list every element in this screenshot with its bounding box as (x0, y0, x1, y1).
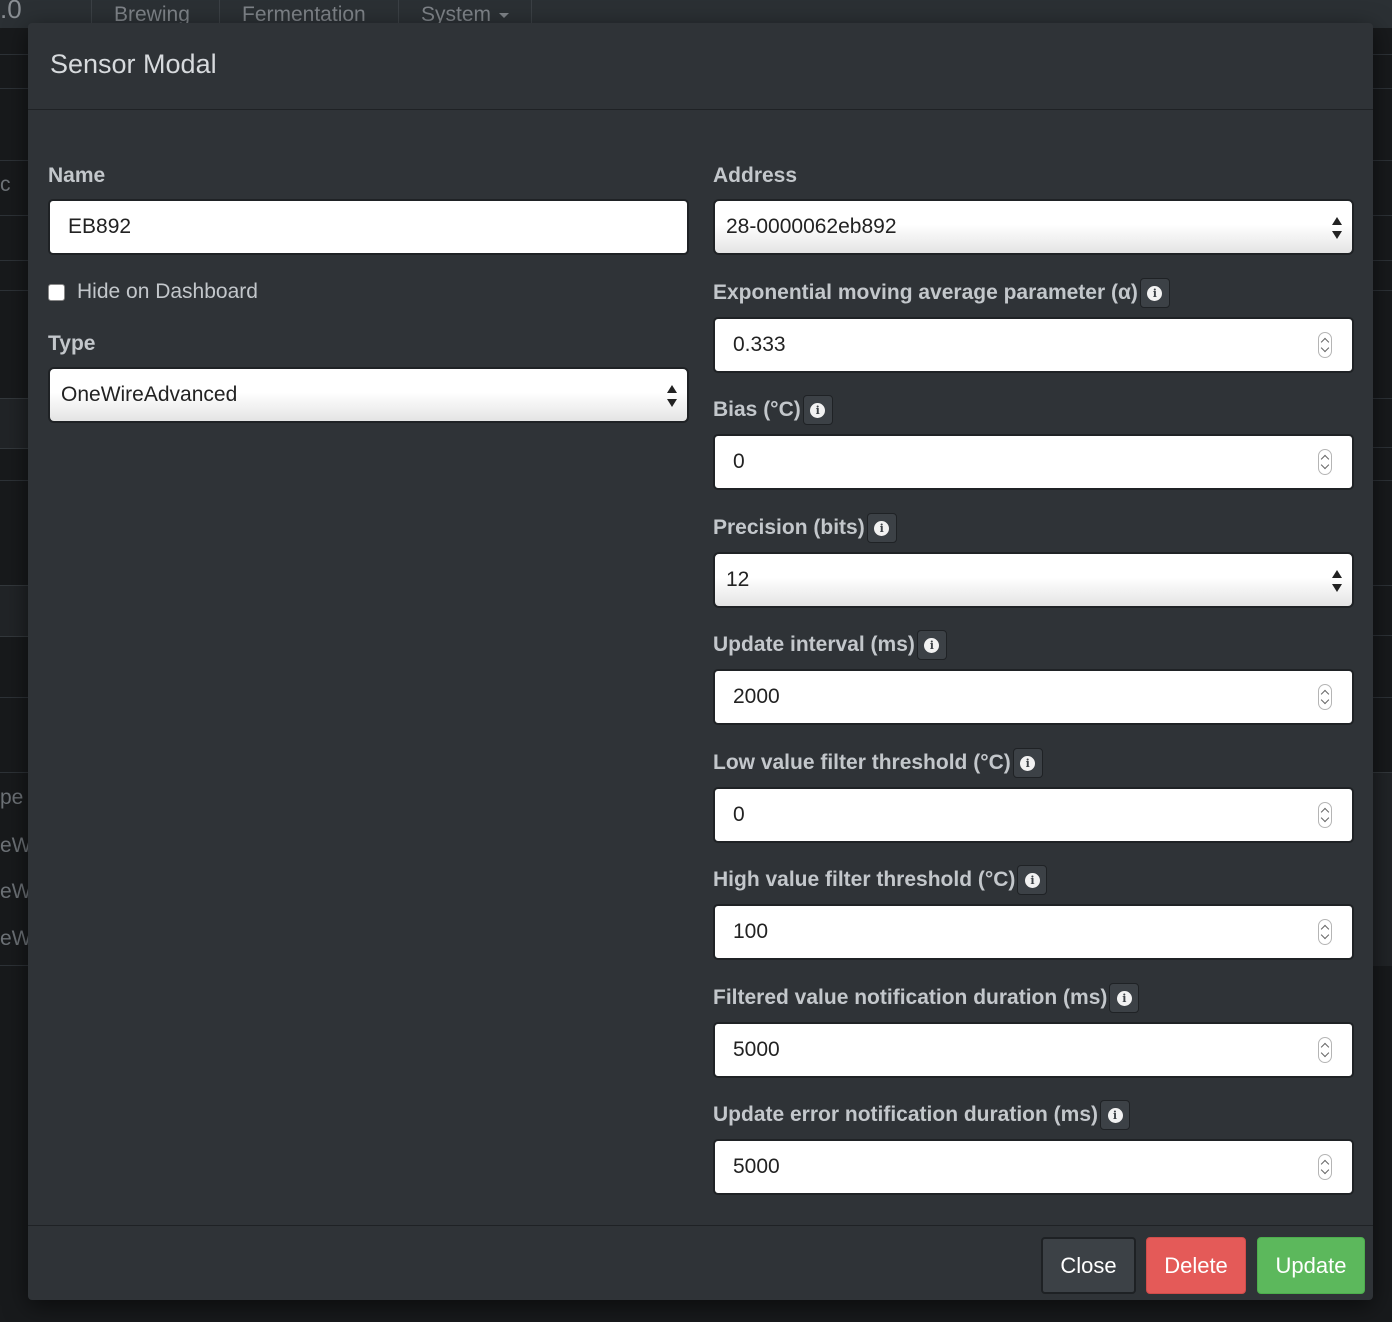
modal-body: Name EB892 Hide on Dashboard Type OneWir… (28, 110, 1373, 1226)
info-circle-icon: i (1147, 285, 1163, 301)
hide-on-dashboard-checkbox[interactable] (48, 283, 65, 301)
close-button[interactable]: Close (1041, 1237, 1136, 1294)
info-button[interactable]: i (1017, 865, 1048, 895)
select-arrows-icon (667, 385, 677, 407)
precision-select-value: 12 (726, 568, 750, 591)
high-filter-label: High value filter threshold (°C) i (713, 865, 1048, 895)
bg-panel (0, 585, 28, 637)
bias-label: Bias (°C) i (713, 395, 833, 425)
type-label: Type (48, 332, 96, 355)
update-interval-label: Update interval (ms) i (713, 630, 947, 660)
number-spinner-icon[interactable] (1318, 919, 1332, 945)
delete-button[interactable]: Delete (1146, 1237, 1246, 1294)
address-select[interactable]: 28-0000062eb892 (713, 199, 1354, 255)
error-notification-value: 5000 (733, 1155, 780, 1178)
bg-text-fragment: eW (0, 880, 32, 903)
info-button[interactable]: i (802, 395, 833, 425)
type-select[interactable]: OneWireAdvanced (48, 367, 689, 423)
low-filter-input[interactable]: 0 (713, 787, 1354, 843)
name-label: Name (48, 164, 106, 187)
bias-input[interactable]: 0 (713, 434, 1354, 490)
ema-parameter-value: 0.333 (733, 333, 786, 356)
filtered-notification-input[interactable]: 5000 (713, 1022, 1354, 1078)
high-filter-input[interactable]: 100 (713, 904, 1354, 960)
info-circle-icon: i (924, 637, 940, 653)
modal-footer: Close Delete Update (28, 1225, 1373, 1300)
info-circle-icon: i (874, 520, 890, 536)
low-filter-value: 0 (733, 803, 745, 826)
bg-text-fragment: pe (0, 786, 24, 809)
number-spinner-icon[interactable] (1318, 1037, 1332, 1063)
modal-header: Sensor Modal (28, 23, 1373, 110)
info-button[interactable]: i (1109, 983, 1140, 1013)
number-spinner-icon[interactable] (1318, 802, 1332, 828)
error-notification-input[interactable]: 5000 (713, 1139, 1354, 1195)
info-circle-icon: i (1107, 1107, 1123, 1123)
info-button[interactable]: i (1012, 748, 1043, 778)
name-input[interactable]: EB892 (48, 199, 689, 255)
number-spinner-icon[interactable] (1318, 684, 1332, 710)
info-circle-icon: i (1020, 755, 1036, 771)
filtered-notification-label-text: Filtered value notification duration (ms… (713, 986, 1108, 1009)
bg-panel (1372, 772, 1392, 966)
high-filter-label-text: High value filter threshold (°C) (713, 868, 1016, 891)
info-circle-icon: i (1024, 872, 1040, 888)
ema-parameter-input[interactable]: 0.333 (713, 317, 1354, 373)
address-label: Address (713, 164, 798, 187)
type-select-value: OneWireAdvanced (61, 383, 238, 406)
high-filter-value: 100 (733, 920, 769, 943)
info-button[interactable]: i (866, 513, 897, 543)
select-arrows-icon (1332, 217, 1342, 239)
number-spinner-icon[interactable] (1318, 1154, 1332, 1180)
precision-label: Precision (bits) i (713, 513, 897, 543)
bias-value: 0 (733, 450, 745, 473)
number-spinner-icon[interactable] (1318, 332, 1332, 358)
info-button[interactable]: i (1139, 278, 1170, 308)
select-arrows-icon (1332, 570, 1342, 592)
bg-text-fragment: c (0, 173, 11, 196)
error-notification-label: Update error notification duration (ms) … (713, 1100, 1131, 1130)
filtered-notification-label: Filtered value notification duration (ms… (713, 983, 1140, 1013)
bias-label-text: Bias (°C) (713, 398, 801, 421)
info-circle-icon: i (1116, 990, 1132, 1006)
low-filter-label-text: Low value filter threshold (°C) (713, 751, 1011, 774)
info-circle-icon: i (810, 402, 826, 418)
filtered-notification-value: 5000 (733, 1038, 780, 1061)
update-interval-value: 2000 (733, 685, 780, 708)
precision-label-text: Precision (bits) (713, 516, 865, 539)
bg-panel (0, 398, 28, 449)
update-interval-label-text: Update interval (ms) (713, 633, 915, 656)
number-spinner-icon[interactable] (1318, 449, 1332, 475)
hide-on-dashboard-label: Hide on Dashboard (77, 280, 258, 303)
bg-text-fragment: eW (0, 834, 32, 857)
address-select-value: 28-0000062eb892 (726, 215, 897, 238)
info-button[interactable]: i (916, 630, 947, 660)
caret-down-icon (499, 12, 510, 18)
error-notification-label-text: Update error notification duration (ms) (713, 1103, 1099, 1126)
brand-fragment: .0 (0, 0, 22, 24)
modal-title: Sensor Modal (50, 49, 217, 79)
info-button[interactable]: i (1100, 1100, 1131, 1130)
low-filter-label: Low value filter threshold (°C) i (713, 748, 1043, 778)
sensor-modal: Sensor Modal Name EB892 Hide on Dashboar… (28, 23, 1373, 1300)
ema-parameter-label-text: Exponential moving average parameter (α) (713, 281, 1138, 304)
update-interval-input[interactable]: 2000 (713, 669, 1354, 725)
bg-text-fragment: eW (0, 927, 32, 950)
update-button[interactable]: Update (1257, 1237, 1365, 1294)
hide-on-dashboard-row[interactable]: Hide on Dashboard (48, 280, 258, 304)
precision-select[interactable]: 12 (713, 552, 1354, 608)
ema-parameter-label: Exponential moving average parameter (α)… (713, 278, 1170, 308)
